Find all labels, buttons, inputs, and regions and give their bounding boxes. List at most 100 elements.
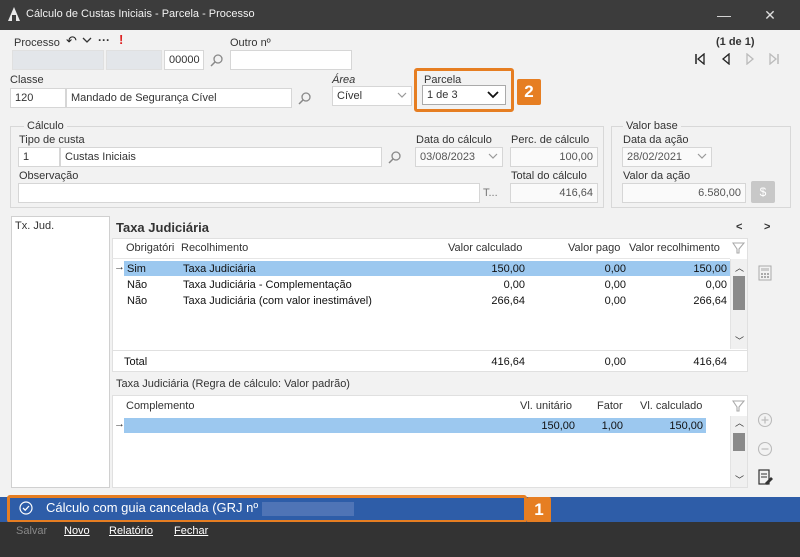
regra-title: Taxa Judiciária (Regra de cálculo: Valor… <box>116 378 350 390</box>
regra-scroll-thumb[interactable] <box>733 433 745 451</box>
processo-number-part-2[interactable] <box>106 50 162 70</box>
guia-number-redacted <box>262 502 354 516</box>
next-page-icon[interactable] <box>744 53 756 65</box>
scroll-up-icon[interactable]: ︿ <box>735 261 744 274</box>
salvar-button[interactable]: Salvar <box>16 525 47 537</box>
prev-page-icon[interactable] <box>720 53 732 65</box>
col-obrigatorio[interactable]: Obrigatóri <box>126 242 174 254</box>
observacao-label: Observação <box>19 170 79 182</box>
pager-text: (1 de 1) <box>716 36 755 48</box>
taxa-next-button[interactable]: > <box>764 221 770 233</box>
fechar-button[interactable]: Fechar <box>174 525 208 537</box>
last-page-icon[interactable] <box>768 53 780 65</box>
relatorio-button[interactable]: Relatório <box>109 525 153 537</box>
outro-numero-input[interactable] <box>230 50 352 70</box>
regra-row-indicator-icon: → <box>114 418 125 430</box>
parcela-select[interactable]: 1 de 3 <box>422 85 506 105</box>
calculo-group-title: Cálculo <box>24 120 67 132</box>
col-valor-recolhimento[interactable]: Valor recolhimento <box>629 242 720 254</box>
regra-scroll-up-icon[interactable]: ︿ <box>735 416 744 429</box>
calculator-icon[interactable] <box>758 265 772 281</box>
classe-name-input[interactable]: Mandado de Segurança Cível <box>66 88 292 108</box>
row2-calc: 0,00 <box>503 279 525 291</box>
taxa-scrollbar[interactable]: ︿ ﹀ <box>730 259 747 349</box>
total-divider <box>112 350 748 351</box>
close-button[interactable]: ✕ <box>760 5 780 25</box>
data-calculo-value: 03/08/2023 <box>420 151 476 163</box>
observacao-input[interactable] <box>18 183 480 203</box>
chevron-down-icon[interactable] <box>82 37 92 44</box>
footer-toolbar: Salvar Novo Relatório Fechar <box>0 522 800 557</box>
tipo-custa-name-input[interactable]: Custas Iniciais <box>60 147 382 167</box>
row1-recolhimento: Taxa Judiciária <box>183 263 256 275</box>
total-calculo-value: 416,64 <box>510 183 598 203</box>
row-indicator-icon: → <box>114 261 125 273</box>
area-select[interactable]: Cível <box>332 86 412 106</box>
document-edit-icon[interactable] <box>758 469 774 487</box>
col-vl-calculado[interactable]: Vl. calculado <box>640 400 702 412</box>
data-acao-input[interactable]: 28/02/2021 <box>622 147 712 167</box>
data-calculo-input[interactable]: 03/08/2023 <box>415 147 503 167</box>
col-valor-calculado[interactable]: Valor calculado <box>448 242 522 254</box>
perc-calculo-label: Perc. de cálculo <box>511 134 590 146</box>
classe-label: Classe <box>10 74 44 86</box>
regra-filter-icon[interactable] <box>732 399 745 413</box>
status-text: Cálculo com guia cancelada (GRJ nº <box>46 500 259 515</box>
regra-row1-calculado: 150,00 <box>669 420 703 432</box>
scroll-down-icon[interactable]: ﹀ <box>735 334 744 347</box>
scroll-thumb[interactable] <box>733 276 745 310</box>
processo-label: Processo <box>14 37 60 49</box>
col-vl-unitario[interactable]: Vl. unitário <box>520 400 572 412</box>
search-icon[interactable] <box>210 53 224 67</box>
parcela-callout-badge: 2 <box>517 79 541 105</box>
col-complemento[interactable]: Complemento <box>126 400 194 412</box>
col-valor-pago[interactable]: Valor pago <box>568 242 620 254</box>
data-acao-label: Data da ação <box>623 134 689 146</box>
tipo-custa-code-input[interactable]: 1 <box>18 147 60 167</box>
row3-pago: 0,00 <box>604 295 626 307</box>
add-icon[interactable] <box>757 412 773 428</box>
data-acao-value: 28/02/2021 <box>627 151 683 163</box>
regra-scroll-down-icon[interactable]: ﹀ <box>735 473 744 486</box>
taxa-prev-button[interactable]: < <box>736 221 742 233</box>
row1-calc: 150,00 <box>491 263 525 275</box>
row3-calc: 266,64 <box>491 295 525 307</box>
more-icon[interactable]: ··· <box>98 33 110 47</box>
novo-button[interactable]: Novo <box>64 525 90 537</box>
undo-icon[interactable]: ↶ <box>66 33 77 49</box>
first-page-icon[interactable] <box>694 53 706 65</box>
minimize-button[interactable]: — <box>714 5 734 25</box>
alert-icon: ! <box>119 32 124 47</box>
valor-acao-input[interactable]: 6.580,00 <box>622 183 746 203</box>
filter-icon[interactable] <box>732 241 745 255</box>
recolhimento-list: Tx. Jud. <box>11 216 110 488</box>
row1-pago: 0,00 <box>604 263 626 275</box>
data-calculo-chevron-icon <box>488 153 498 159</box>
status-callout-badge: 1 <box>527 497 551 523</box>
classe-search-icon[interactable] <box>298 91 312 105</box>
outro-numero-label: Outro nº <box>230 37 271 49</box>
tipo-custa-search-icon[interactable] <box>388 150 402 164</box>
total-calculo-label: Total do cálculo <box>511 170 587 182</box>
calculator-money-icon[interactable]: $ <box>751 181 775 203</box>
text-editor-icon[interactable]: T... <box>483 187 498 199</box>
total-recol: 416,64 <box>693 356 727 368</box>
list-item[interactable]: Tx. Jud. <box>12 217 109 235</box>
area-value: Cível <box>337 90 363 102</box>
processo-number-suffix[interactable]: 00000 <box>164 50 204 70</box>
processo-number-part-1[interactable] <box>12 50 104 70</box>
perc-calculo-input[interactable]: 100,00 <box>510 147 598 167</box>
classe-code-input[interactable]: 120 <box>10 88 66 108</box>
regra-scrollbar[interactable]: ︿ ﹀ <box>730 416 747 487</box>
remove-icon[interactable] <box>757 441 773 457</box>
parcela-chevron-icon <box>487 91 499 99</box>
row2-pago: 0,00 <box>604 279 626 291</box>
app-logo-icon <box>8 7 20 21</box>
window-title: Cálculo de Custas Iniciais - Parcela - P… <box>26 8 255 20</box>
col-recolhimento[interactable]: Recolhimento <box>181 242 248 254</box>
total-pago: 0,00 <box>604 356 626 368</box>
data-calculo-label: Data do cálculo <box>416 134 492 146</box>
col-fator[interactable]: Fator <box>597 400 623 412</box>
area-label: Área <box>332 74 356 86</box>
title-bar: Cálculo de Custas Iniciais - Parcela - P… <box>0 0 800 30</box>
